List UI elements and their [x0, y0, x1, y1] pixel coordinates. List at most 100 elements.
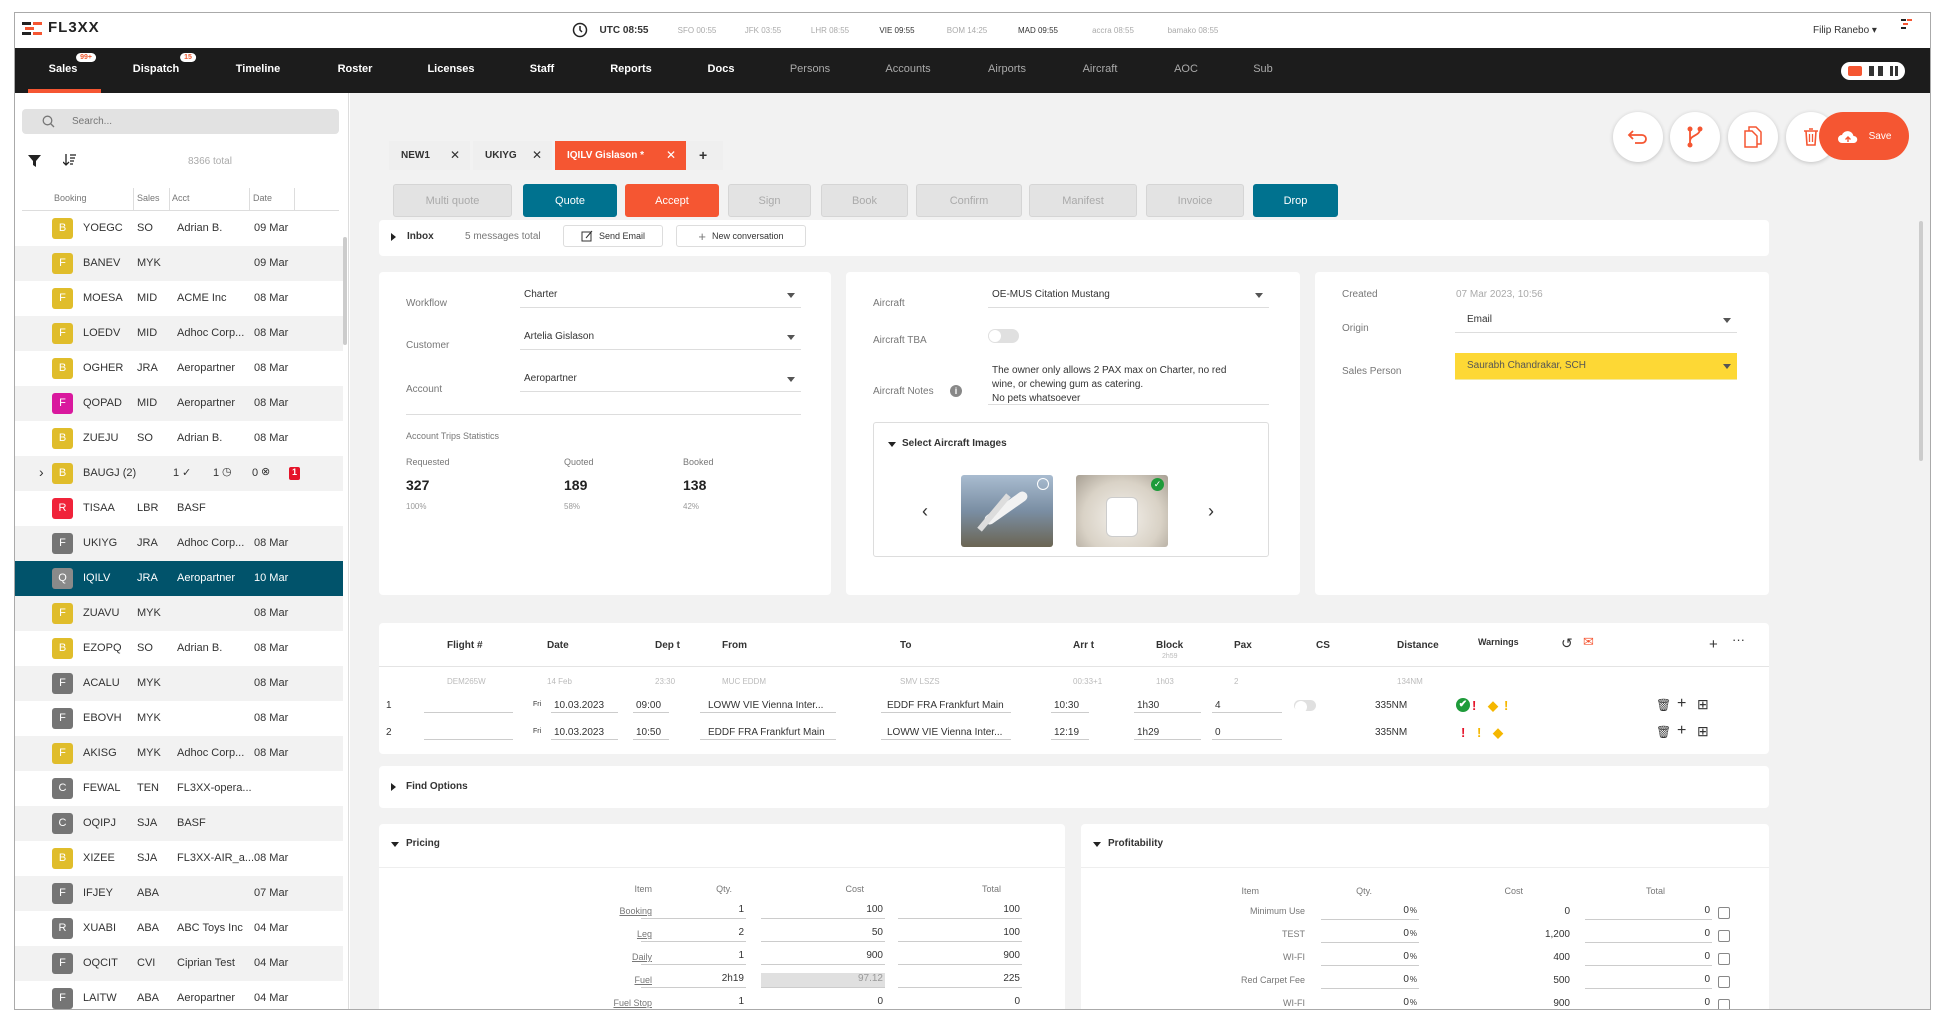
qty-input[interactable]: 2h19 [641, 973, 746, 988]
booking-row[interactable]: F QOPAD MID Aeropartner 08 Mar [15, 386, 343, 421]
sales-person-select[interactable]: Saurabh Chandrakar, SCH [1455, 353, 1737, 380]
nav-aoc[interactable]: AOC [1174, 63, 1198, 75]
column-header-distance[interactable]: Distance [1397, 640, 1439, 651]
total-input[interactable]: 225 [898, 973, 1022, 988]
inbox-title[interactable]: Inbox [407, 231, 434, 242]
column-header-dep[interactable]: Dep t [655, 640, 680, 651]
booking-row[interactable]: B EZOPQ SO Adrian B. 08 Mar [15, 631, 343, 666]
column-header-block[interactable]: Block [1156, 640, 1183, 651]
close-icon[interactable]: ✕ [666, 141, 676, 170]
from-airport-input[interactable]: LOWW VIE Vienna Inter... [700, 699, 836, 713]
nav-reports[interactable]: Reports [610, 63, 652, 75]
column-divider[interactable] [249, 188, 250, 211]
workflow-button-manifest[interactable]: Manifest [1029, 184, 1137, 217]
pax-input[interactable]: 0 [1212, 726, 1282, 740]
booking-row[interactable]: F AKISG MYK Adhoc Corp... 08 Mar [15, 736, 343, 771]
cost-input[interactable]: 0 [761, 996, 885, 1009]
email-alert-icon[interactable]: ✉ [1583, 634, 1594, 650]
tab-1[interactable]: UKIYG ✕ [473, 141, 552, 170]
warning-icon[interactable]: ! [1504, 698, 1508, 713]
cs-toggle[interactable] [1294, 700, 1316, 713]
error-icon[interactable]: ! [1461, 725, 1465, 740]
booking-row[interactable]: F EBOVH MYK 08 Mar [15, 701, 343, 736]
date-input[interactable]: 10.03.2023 [551, 699, 618, 713]
delete-leg-icon[interactable]: 🗑 [1656, 725, 1671, 739]
pricing-item-leg[interactable]: Leg [569, 929, 652, 939]
nav-licenses[interactable]: Licenses [427, 63, 474, 75]
new-conversation-button[interactable]: + New conversation [676, 225, 806, 247]
booking-row[interactable]: Q IQILV JRA Aeropartner 10 Mar [15, 561, 343, 596]
total-input[interactable]: 900 [898, 950, 1022, 965]
arrival-time-input[interactable]: 12:19 [1051, 726, 1089, 740]
date-input[interactable]: 10.03.2023 [551, 726, 618, 740]
column-header-cs[interactable]: CS [1316, 640, 1330, 651]
layout-split-icon[interactable] [1868, 66, 1883, 76]
booking-row[interactable]: B XIZEE SJA FL3XX-AIR_a... 08 Mar [15, 841, 343, 876]
block-time-input[interactable]: 1h30 [1134, 699, 1201, 713]
booking-row[interactable]: B BAUGJ (2) › 1 ✓ 1 ◷ 0 ⊗ 1 [15, 456, 343, 491]
total-input[interactable]: 0 [1585, 951, 1712, 966]
collapse-icon[interactable] [1093, 842, 1101, 847]
sidebar-scrollbar[interactable] [343, 237, 347, 345]
info-icon[interactable]: i [950, 385, 962, 397]
qty-input[interactable]: 2 [641, 927, 746, 942]
column-divider[interactable] [133, 188, 134, 211]
block-time-input[interactable]: 1h29 [1134, 726, 1201, 740]
delete-leg-icon[interactable]: 🗑 [1656, 698, 1671, 712]
booking-row[interactable]: F ACALU MYK 08 Mar [15, 666, 343, 701]
check-circle-icon[interactable]: ✔ [1456, 698, 1470, 712]
leg-options-grid-icon[interactable]: ⊞ [1697, 696, 1709, 713]
column-header-booking[interactable]: Booking [54, 193, 87, 203]
booking-row[interactable]: F UKIYG JRA Adhoc Corp... 08 Mar [15, 526, 343, 561]
column-header-sales[interactable]: Sales [137, 193, 160, 203]
aircraft-select[interactable]: OE-MUS Citation Mustang [988, 286, 1269, 308]
total-input[interactable]: 0 [898, 996, 1022, 1009]
copy-button[interactable] [1728, 112, 1778, 162]
layout-toggle[interactable] [1841, 62, 1905, 80]
total-input[interactable]: 0 [1585, 974, 1712, 989]
price-tag-icon[interactable]: ◆ [1493, 725, 1503, 741]
aircraft-tba-toggle[interactable] [988, 329, 1019, 343]
error-icon[interactable]: ! [1472, 698, 1476, 713]
more-options-icon[interactable]: ··· [1732, 632, 1745, 647]
workflow-button-invoice[interactable]: Invoice [1146, 184, 1244, 217]
include-checkbox[interactable] [1718, 907, 1730, 919]
booking-row[interactable]: B ZUEJU SO Adrian B. 08 Mar [15, 421, 343, 456]
booking-row[interactable]: R TISAA LBR BASF [15, 491, 343, 526]
insert-leg-icon[interactable]: + [1677, 695, 1686, 713]
close-icon[interactable]: ✕ [450, 141, 460, 170]
column-divider[interactable] [169, 188, 170, 211]
save-button[interactable]: Save [1819, 112, 1909, 160]
search-box[interactable] [22, 109, 339, 134]
close-icon[interactable]: ✕ [532, 141, 542, 170]
pricing-title[interactable]: Pricing [406, 838, 440, 849]
profitability-title[interactable]: Profitability [1108, 838, 1163, 849]
filter-icon[interactable] [28, 155, 41, 167]
arrival-time-input[interactable]: 10:30 [1051, 699, 1089, 713]
column-header-date[interactable]: Date [253, 193, 272, 203]
selected-check-icon[interactable]: ✓ [1151, 478, 1164, 491]
booking-row[interactable]: F BANEV MYK 09 Mar [15, 246, 343, 281]
workflow-select[interactable]: Charter [520, 286, 801, 308]
tab-2[interactable]: IQILV Gislason * ✕ [555, 141, 686, 170]
total-input[interactable]: 0 [1585, 997, 1712, 1009]
nav-sales[interactable]: Sales [49, 63, 78, 75]
booking-row[interactable]: C OQIPJ SJA BASF [15, 806, 343, 841]
unselected-circle-icon[interactable] [1037, 478, 1049, 490]
find-options-title[interactable]: Find Options [406, 781, 468, 792]
column-header-to[interactable]: To [900, 640, 911, 651]
prev-image-icon[interactable]: ‹ [922, 501, 928, 522]
reset-icon[interactable]: ↺ [1561, 635, 1573, 652]
collapse-icon[interactable] [391, 842, 399, 847]
add-leg-icon[interactable]: + [1709, 636, 1718, 653]
nav-roster[interactable]: Roster [338, 63, 373, 75]
price-tag-icon[interactable]: ◆ [1488, 698, 1498, 714]
search-input[interactable] [72, 113, 322, 130]
flight-number-input[interactable] [424, 699, 513, 713]
main-scrollbar[interactable] [1919, 221, 1923, 461]
departure-time-input[interactable]: 09:00 [633, 699, 669, 713]
images-title[interactable]: Select Aircraft Images [902, 438, 1007, 449]
expand-icon[interactable] [391, 783, 396, 791]
pricing-item-daily[interactable]: Daily [569, 952, 652, 962]
flight-number-input[interactable] [424, 726, 513, 740]
